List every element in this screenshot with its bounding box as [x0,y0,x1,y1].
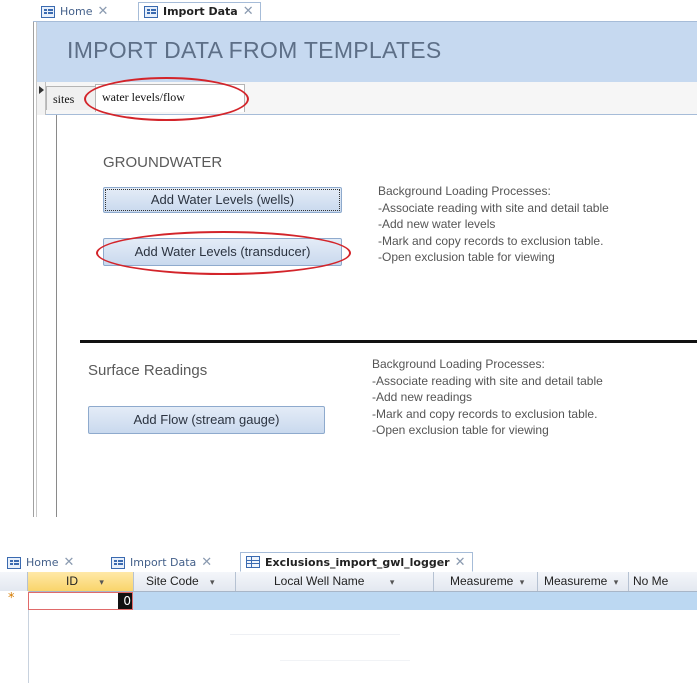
tab-sites-label: sites [53,92,75,106]
tab-home-label: Home [60,5,93,18]
table-icon [246,556,260,568]
column-header-no-measurement[interactable]: No Me [629,572,697,591]
form-icon [7,556,21,569]
grid-empty-area [280,660,410,661]
dropdown-arrow-icon[interactable]: ▾ [614,577,619,587]
column-header-measurement-1[interactable]: Measureme ▾ [448,572,538,591]
column-header-id[interactable]: ID ▾ [28,572,134,591]
form-icon [111,556,125,569]
column-header-site-code[interactable]: Site Code ▾ [134,572,236,591]
add-water-levels-transducer-button[interactable]: Add Water Levels (transducer) [103,238,342,266]
surface-readings-heading: Surface Readings [88,362,208,379]
info-line: Background Loading Processes: [372,357,545,371]
dropdown-arrow-icon[interactable]: ▾ [390,577,395,587]
form-icon [41,5,55,18]
close-icon[interactable]: ✕ [63,553,74,572]
add-flow-stream-gauge-button[interactable]: Add Flow (stream gauge) [88,406,325,434]
info-line: -Associate reading with site and detail … [378,200,609,215]
section-divider [80,340,697,343]
column-header-label: Measureme [544,574,608,588]
close-icon[interactable]: ✕ [97,2,108,21]
tab-import-data-label: Import Data [163,5,238,18]
tab-home[interactable]: Home ✕ [2,553,80,572]
dropdown-arrow-icon[interactable]: ▾ [99,577,104,587]
document-tab-bar [33,0,697,22]
tab-water-levels-flow[interactable]: water levels/flow [95,84,245,112]
window-border [33,22,34,517]
tab-water-levels-flow-label: water levels/flow [102,90,185,104]
info-line: -Add new readings [372,390,473,404]
column-header-label: Site Code [146,574,199,588]
tab-exclusions-import-gwl-logger[interactable]: Exclusions_import_gwl_logger ✕ [240,552,473,572]
groundwater-info: Background Loading Processes: -Associate… [378,183,609,266]
close-icon[interactable]: ✕ [201,553,212,572]
tab-import-data[interactable]: Import Data ✕ [106,553,218,572]
current-record-arrow-icon [39,86,44,94]
surface-info: Background Loading Processes: -Associate… [372,356,603,439]
tab-exclusions-label: Exclusions_import_gwl_logger [265,555,450,569]
dropdown-arrow-icon[interactable]: ▾ [520,577,525,587]
select-all-corner[interactable] [0,572,28,591]
info-line: -Open exclusion table for viewing [372,423,549,437]
column-header-label: No Me [633,574,669,588]
info-line: -Open exclusion table for viewing [378,250,555,264]
column-header-measurement-2[interactable]: Measureme ▾ [538,572,629,591]
info-line: -Associate reading with site and detail … [372,373,603,388]
info-line: -Mark and copy records to exclusion tabl… [378,233,604,248]
tab-home-label: Home [26,556,59,569]
tab-import-data-label: Import Data [130,556,197,569]
form-icon [144,5,158,18]
column-header-label: Measureme [450,574,514,588]
new-record-marker-icon: * [8,591,15,606]
info-line: Background Loading Processes: [378,184,551,198]
groundwater-heading: GROUNDWATER [103,154,223,171]
page-title: IMPORT DATA FROM TEMPLATES [67,37,442,63]
close-icon[interactable]: ✕ [243,2,254,21]
close-icon[interactable]: ✕ [455,553,466,572]
tab-sites[interactable]: sites [46,86,101,110]
info-line: -Mark and copy records to exclusion tabl… [372,406,598,421]
dropdown-arrow-icon[interactable]: ▾ [210,577,215,587]
column-header-label: Local Well Name [274,574,365,588]
grid-empty-area [230,634,400,635]
id-cell-value[interactable]: 0 [118,593,132,609]
column-header-local-well-name[interactable]: Local Well Name ▾ [236,572,434,591]
info-line: -Add new water levels [378,217,496,231]
tab-page-body [56,115,697,517]
tab-home[interactable]: Home ✕ [36,2,114,21]
tab-import-data[interactable]: Import Data ✕ [138,2,261,21]
column-header-label: ID [66,574,78,588]
add-water-levels-wells-button[interactable]: Add Water Levels (wells) [103,187,342,213]
